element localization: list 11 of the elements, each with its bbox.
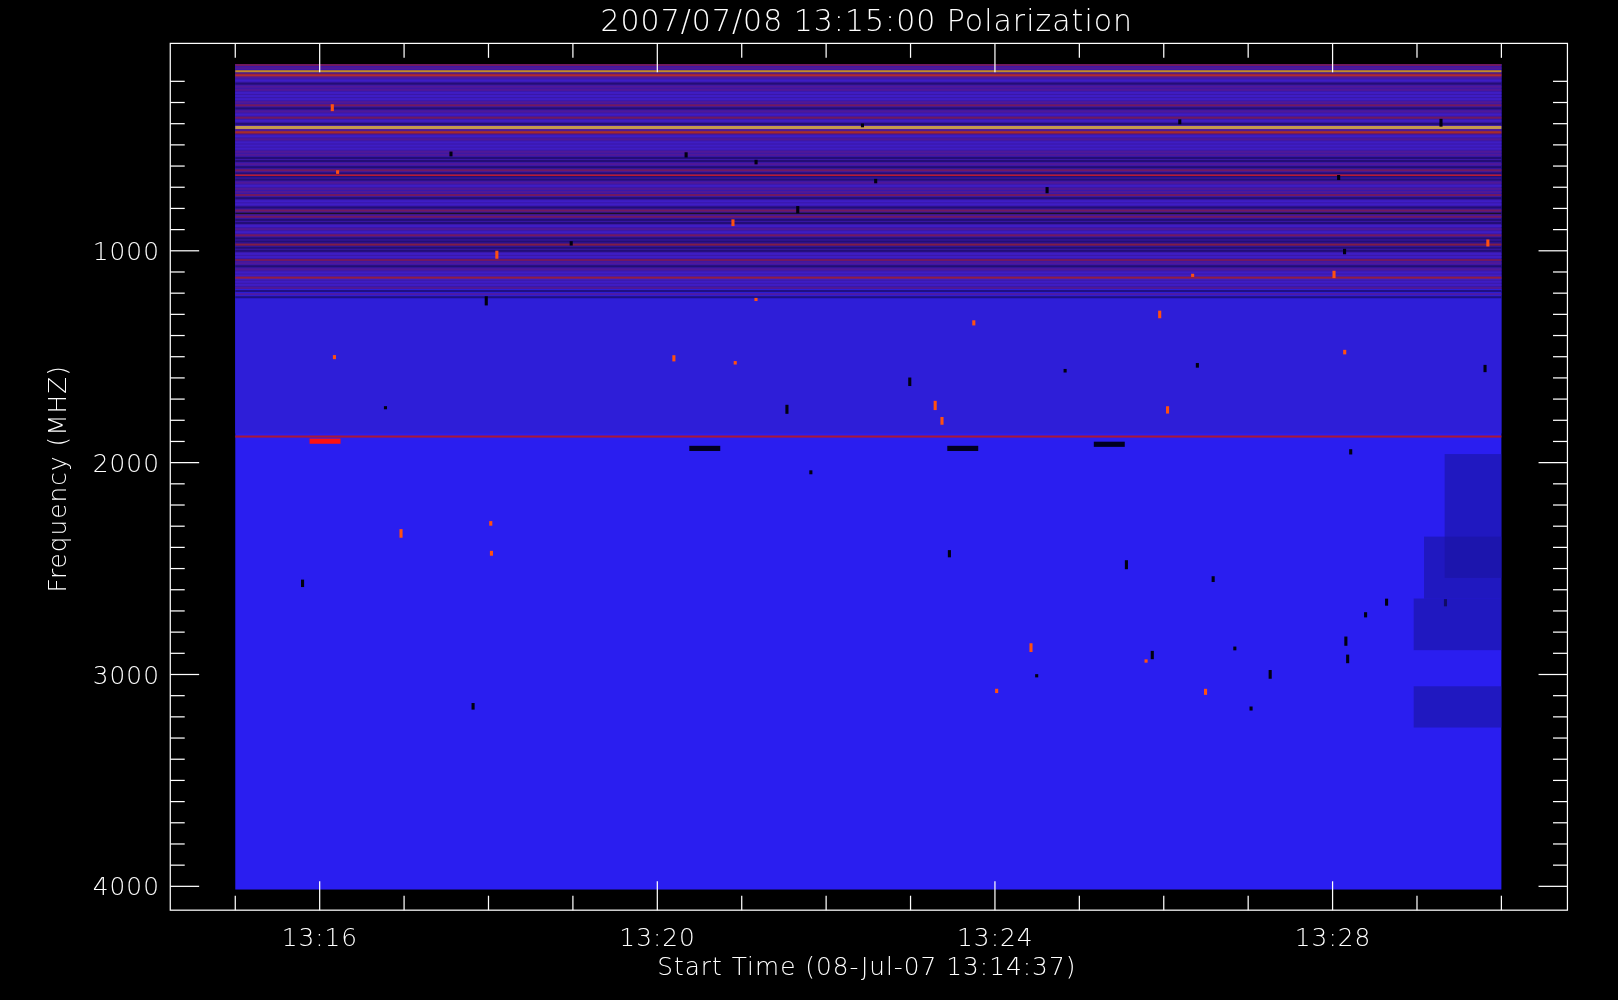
- chart-title: 2007/07/08 13:15:00 Polarization: [600, 3, 1134, 38]
- y-tick-label: 4000: [92, 872, 160, 902]
- y-tick-label: 3000: [92, 660, 160, 690]
- x-tick-label: 13:20: [619, 923, 696, 953]
- y-tick-label: 2000: [92, 448, 160, 478]
- x-axis-label: Start Time (08-Jul-07 13:14:37): [657, 952, 1077, 982]
- x-tick-label: 13:28: [1294, 923, 1372, 953]
- y-axis-label: Frequency (MHZ): [43, 365, 73, 593]
- y-tick-label: 1000: [92, 237, 160, 267]
- x-tick-label: 13:16: [281, 923, 359, 953]
- x-tick-label: 13:24: [957, 923, 1034, 953]
